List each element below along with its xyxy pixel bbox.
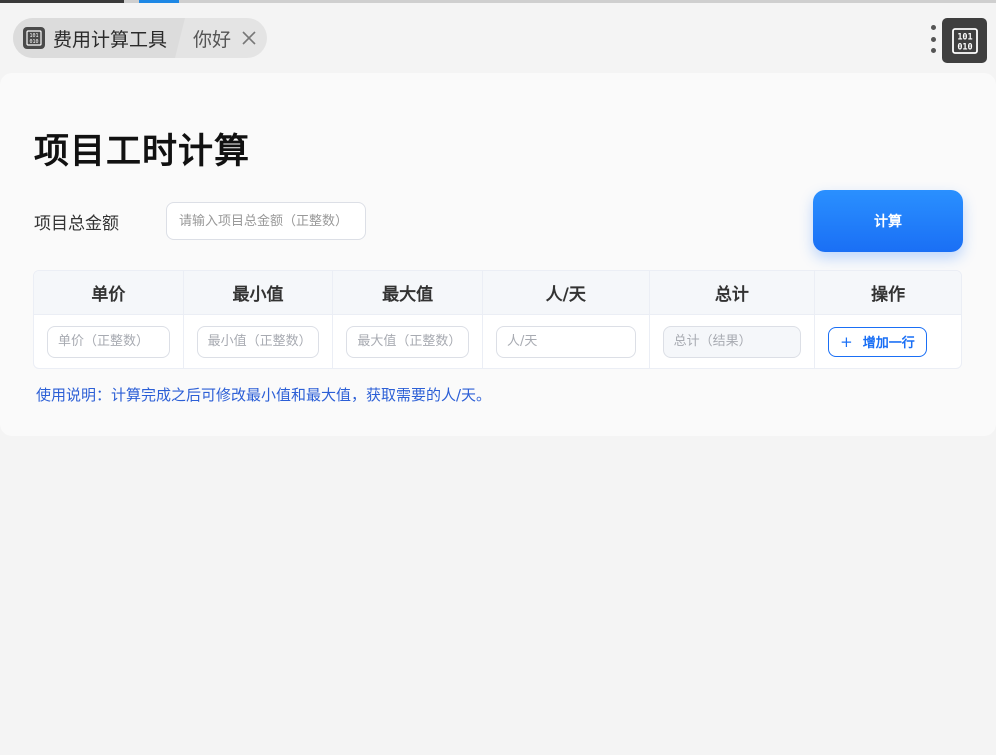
header-min-value: 最小值 (183, 271, 334, 315)
calculate-button[interactable]: 计算 (813, 190, 963, 252)
add-row-button[interactable]: + 增加一行 (828, 326, 927, 357)
header-actions: 操作 (815, 271, 961, 315)
close-icon[interactable] (241, 30, 257, 46)
total-result-field (662, 325, 802, 358)
header-person-days: 人/天 (482, 271, 650, 315)
tab-hello-label: 你好 (193, 28, 232, 51)
header-unit-price: 单价 (34, 271, 184, 315)
header-max-value: 最大值 (333, 271, 483, 315)
cell-max-value (333, 315, 483, 368)
more-vertical-icon[interactable] (928, 25, 938, 53)
cell-person-days (483, 315, 650, 368)
cell-unit-price (34, 315, 184, 368)
total-amount-input[interactable] (166, 202, 366, 240)
header-bar: 101 010 费用计算工具 你好 101 010 (0, 3, 996, 73)
tab-group: 101 010 费用计算工具 你好 (13, 18, 268, 58)
tab-fee-calculator[interactable]: 101 010 费用计算工具 (13, 18, 185, 58)
tab-title: 费用计算工具 (53, 28, 168, 51)
svg-text:010: 010 (957, 42, 972, 52)
usage-note: 使用说明：计算完成之后可修改最小值和最大值，获取需要的人/天。 (36, 386, 492, 404)
svg-text:010: 010 (29, 39, 38, 45)
cost-table: 单价 最小值 最大值 人/天 总计 操作 单价（正整数） 最小值（正整数） 最大… (33, 270, 962, 369)
cell-actions: + 增加一行 (815, 315, 961, 368)
person-days-input[interactable] (495, 325, 636, 358)
min-value-input[interactable] (196, 325, 320, 358)
app-menu-icon[interactable]: 101 010 (942, 18, 987, 63)
cell-min-value (184, 315, 334, 368)
main-card: 项目工时计算 项目总金额 计算 单价 最小值 最大值 人/天 总计 操作 (0, 73, 996, 436)
unit-price-input[interactable] (47, 325, 170, 358)
total-amount-label: 项目总金额 (34, 214, 119, 234)
header-total: 总计 (649, 271, 816, 315)
svg-text:101: 101 (957, 32, 972, 42)
cell-total (650, 315, 816, 368)
table-header-row: 单价 最小值 最大值 人/天 总计 操作 (34, 271, 961, 315)
max-value-input[interactable] (346, 325, 469, 358)
page-title: 项目工时计算 (34, 132, 251, 172)
tab-hello[interactable]: 你好 (185, 18, 267, 58)
table-row: + 增加一行 (34, 315, 961, 368)
add-row-label: 增加一行 (862, 336, 915, 351)
binary-chip-icon: 101 010 (23, 27, 45, 49)
plus-icon: + (840, 332, 853, 351)
